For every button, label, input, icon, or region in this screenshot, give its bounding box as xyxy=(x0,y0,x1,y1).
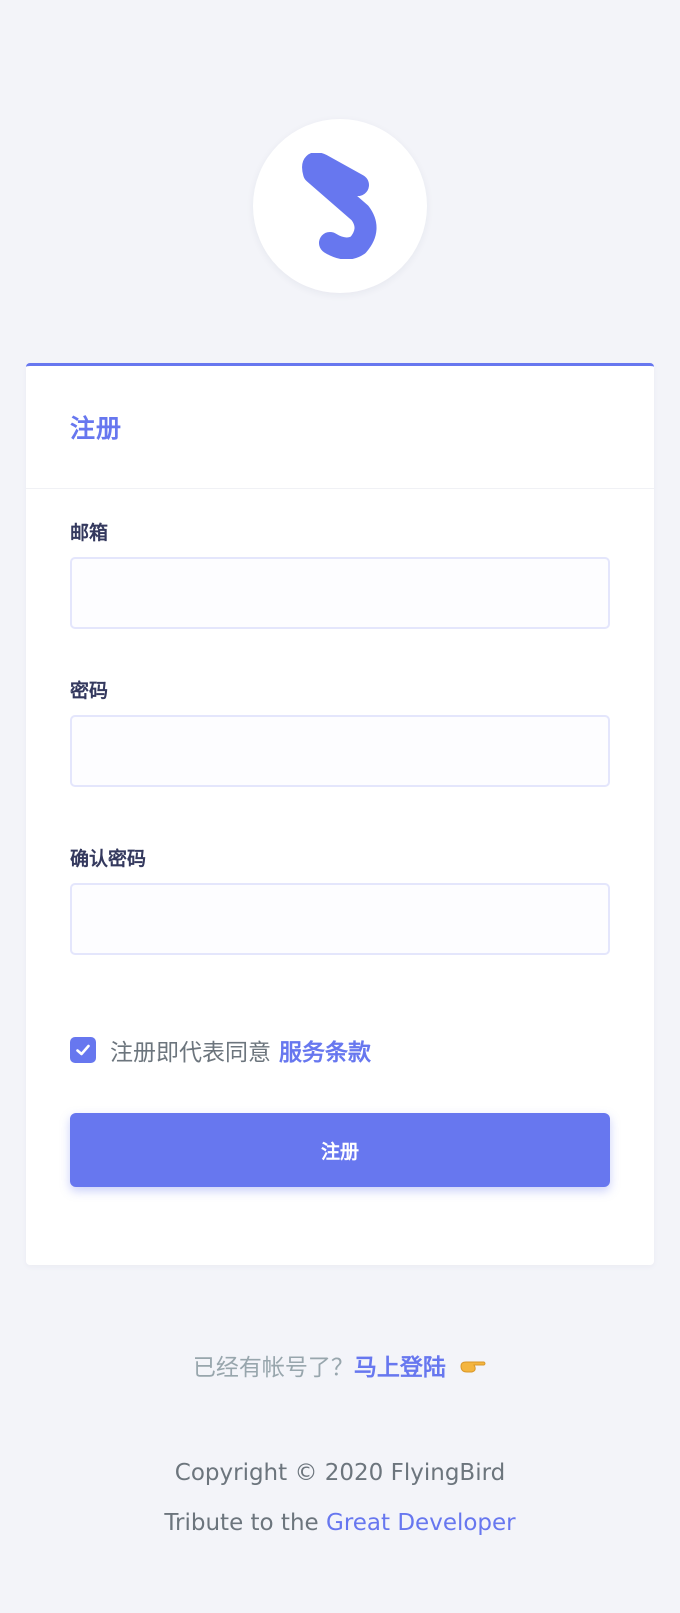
login-prompt-text: 已经有帐号了？ xyxy=(192,1355,354,1381)
agree-checkbox[interactable] xyxy=(70,1037,96,1063)
password-field[interactable] xyxy=(70,715,610,787)
copyright: Copyright © 2020 FlyingBird xyxy=(174,1460,506,1486)
logo xyxy=(253,119,427,293)
email-field[interactable] xyxy=(70,557,610,629)
agree-text: 注册即代表同意 xyxy=(110,1040,271,1066)
pointing-hand-icon xyxy=(459,1356,487,1382)
register-button[interactable]: 注册 xyxy=(70,1113,610,1187)
card-title: 注册 xyxy=(70,414,123,443)
login-prompt: 已经有帐号了？马上登陆 xyxy=(0,1348,680,1382)
agree-row: 注册即代表同意 服务条款 xyxy=(70,1033,371,1067)
card-header: 注册 xyxy=(26,366,654,489)
login-link[interactable]: 马上登陆 xyxy=(354,1355,446,1381)
tribute-text: Tribute to the xyxy=(164,1510,319,1536)
email-label: 邮箱 xyxy=(70,522,109,544)
tribute: Tribute to the Great Developer xyxy=(0,1510,680,1536)
password-label: 密码 xyxy=(70,680,109,702)
check-icon xyxy=(76,1044,90,1056)
tribute-link[interactable]: Great Developer xyxy=(326,1510,516,1536)
confirm-password-label: 确认密码 xyxy=(70,848,147,870)
register-card: 注册 邮箱 密码 确认密码 注册即代表同意 服务条款 注册 xyxy=(26,363,654,1265)
confirm-password-field[interactable] xyxy=(70,883,610,955)
terms-link[interactable]: 服务条款 xyxy=(279,1033,371,1067)
s-logo-icon xyxy=(302,153,377,259)
